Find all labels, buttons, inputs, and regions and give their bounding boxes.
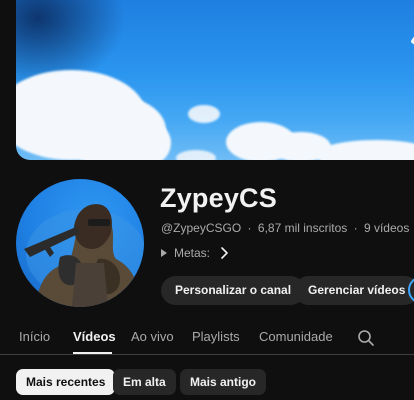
tab-community[interactable]: Comunidade xyxy=(259,329,333,344)
channel-name: ZypeyCS xyxy=(160,183,277,213)
channel-page: ZypeyCS @ZypeyCSGO · 6,87 mil inscritos … xyxy=(0,0,414,400)
goals-link[interactable]: Metas: xyxy=(161,246,229,260)
tab-live[interactable]: Ao vivo xyxy=(131,329,174,344)
customize-channel-button[interactable]: Personalizar o canal xyxy=(161,276,306,305)
video-count: 9 vídeos xyxy=(363,221,410,235)
chevron-right-icon xyxy=(221,247,228,259)
chip-oldest[interactable]: Mais antigo xyxy=(180,369,267,395)
subscriber-count: 6,87 mil inscritos xyxy=(257,221,348,235)
tab-videos[interactable]: Vídeos xyxy=(73,329,116,344)
banner-cloud xyxy=(188,105,220,123)
channel-handle: @ZypeyCSGO xyxy=(161,221,242,235)
play-icon xyxy=(161,249,167,257)
chip-popular[interactable]: Em alta xyxy=(113,369,176,395)
goals-label: Metas: xyxy=(174,246,211,260)
tab-playlists[interactable]: Playlists xyxy=(192,329,240,344)
chip-latest[interactable]: Mais recentes xyxy=(16,369,116,395)
meta-separator: · xyxy=(247,221,252,235)
avatar-artwork xyxy=(24,204,144,307)
tab-home[interactable]: Início xyxy=(19,329,50,344)
banner-cloud xyxy=(316,140,414,160)
meta-separator: · xyxy=(353,221,358,235)
manage-videos-button[interactable]: Gerenciar vídeos xyxy=(294,276,414,305)
banner-logo-mark xyxy=(410,25,414,55)
channel-banner xyxy=(16,0,414,160)
banner-cloud xyxy=(111,118,171,160)
avatar[interactable] xyxy=(16,179,144,307)
search-icon[interactable] xyxy=(357,329,375,347)
banner-cloud xyxy=(176,150,216,160)
channel-tabs: Início Vídeos Ao vivo Playlists Comunida… xyxy=(0,322,414,354)
tabs-divider xyxy=(0,354,414,355)
channel-meta: @ZypeyCSGO · 6,87 mil inscritos · 9 víde… xyxy=(161,221,409,235)
